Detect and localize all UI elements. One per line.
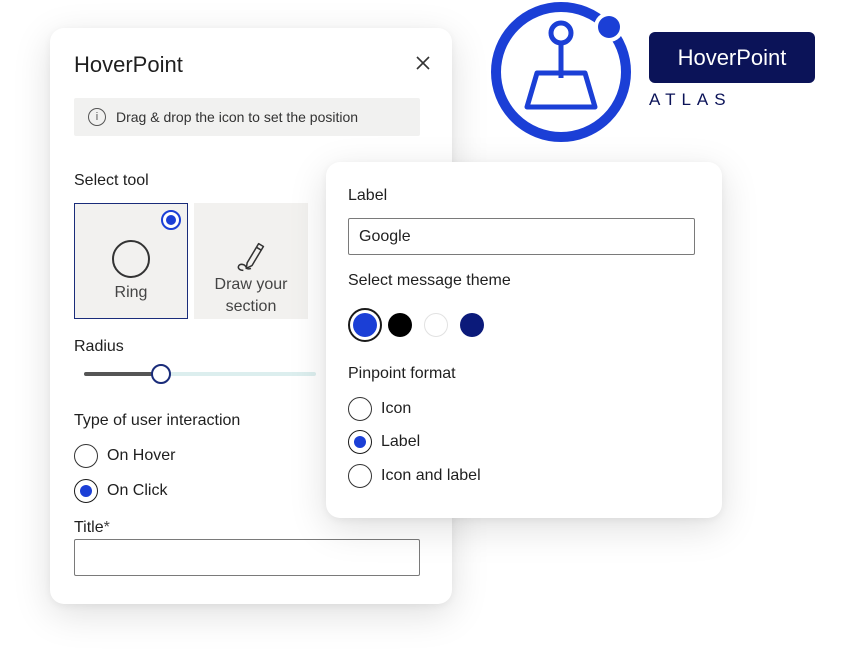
radio-format-icon-and-label-label: Icon and label bbox=[381, 467, 481, 484]
radio-format-label-circle[interactable] bbox=[348, 430, 372, 454]
theme-swatch-black[interactable] bbox=[388, 313, 412, 337]
pinpoint-format-label: Pinpoint format bbox=[348, 365, 456, 382]
radio-on-hover[interactable]: On Hover bbox=[74, 444, 175, 468]
theme-swatch-navy[interactable] bbox=[460, 313, 484, 337]
theme-swatch-blue-fill bbox=[353, 313, 377, 337]
tool-draw-section[interactable]: Draw your section bbox=[194, 203, 308, 319]
select-tool-label: Select tool bbox=[74, 172, 149, 189]
radio-format-label-label: Label bbox=[381, 433, 421, 450]
radio-format-icon-label: Icon bbox=[381, 400, 412, 417]
interaction-type-label: Type of user interaction bbox=[74, 412, 241, 429]
radio-format-icon[interactable]: Icon bbox=[348, 397, 411, 421]
radio-format-icon-and-label-circle[interactable] bbox=[348, 464, 372, 488]
label-input[interactable] bbox=[348, 218, 695, 255]
brand-name: HoverPoint bbox=[677, 44, 787, 70]
info-text: Drag & drop the icon to set the position bbox=[116, 109, 359, 125]
info-banner: i Drag & drop the icon to set the positi… bbox=[74, 98, 420, 136]
brand-badge: HoverPoint bbox=[649, 32, 815, 83]
radius-slider-fill bbox=[84, 372, 161, 376]
info-icon: i bbox=[88, 108, 106, 126]
radio-format-icon-and-label[interactable]: Icon and label bbox=[348, 464, 481, 488]
tool-ring-label: Ring bbox=[114, 284, 148, 301]
tool-selected-indicator bbox=[161, 210, 181, 230]
theme-swatch-blue[interactable] bbox=[348, 308, 382, 342]
pen-draw-icon bbox=[237, 242, 265, 272]
ring-icon bbox=[112, 240, 150, 278]
title-field-label: Title* bbox=[74, 519, 110, 537]
radio-on-click-label: On Click bbox=[107, 482, 168, 499]
radio-on-click-circle[interactable] bbox=[74, 479, 98, 503]
tool-ring[interactable]: Ring bbox=[74, 203, 188, 319]
radio-on-hover-label: On Hover bbox=[107, 447, 176, 464]
close-icon[interactable] bbox=[412, 52, 434, 74]
label-field-label: Label bbox=[348, 187, 388, 204]
radio-on-hover-circle[interactable] bbox=[74, 444, 98, 468]
label-settings-panel: Label Select message theme Pinpoint form… bbox=[326, 162, 722, 518]
radio-on-click[interactable]: On Click bbox=[74, 479, 167, 503]
message-theme-label: Select message theme bbox=[348, 272, 511, 289]
required-mark: * bbox=[103, 519, 110, 536]
tool-draw-label-line2: section bbox=[225, 298, 277, 315]
radius-label: Radius bbox=[74, 338, 124, 355]
panel-title: HoverPoint bbox=[74, 52, 183, 77]
brand-subtitle: ATLAS bbox=[649, 90, 732, 109]
tool-draw-label-line1: Draw your bbox=[214, 276, 288, 293]
joystick-icon bbox=[491, 2, 631, 142]
theme-swatch-white[interactable] bbox=[424, 313, 448, 337]
title-input[interactable] bbox=[74, 539, 420, 576]
radio-format-label[interactable]: Label bbox=[348, 430, 420, 454]
radius-slider-thumb[interactable] bbox=[150, 364, 171, 384]
radio-format-icon-circle[interactable] bbox=[348, 397, 372, 421]
title-field-text: Title bbox=[74, 519, 104, 536]
